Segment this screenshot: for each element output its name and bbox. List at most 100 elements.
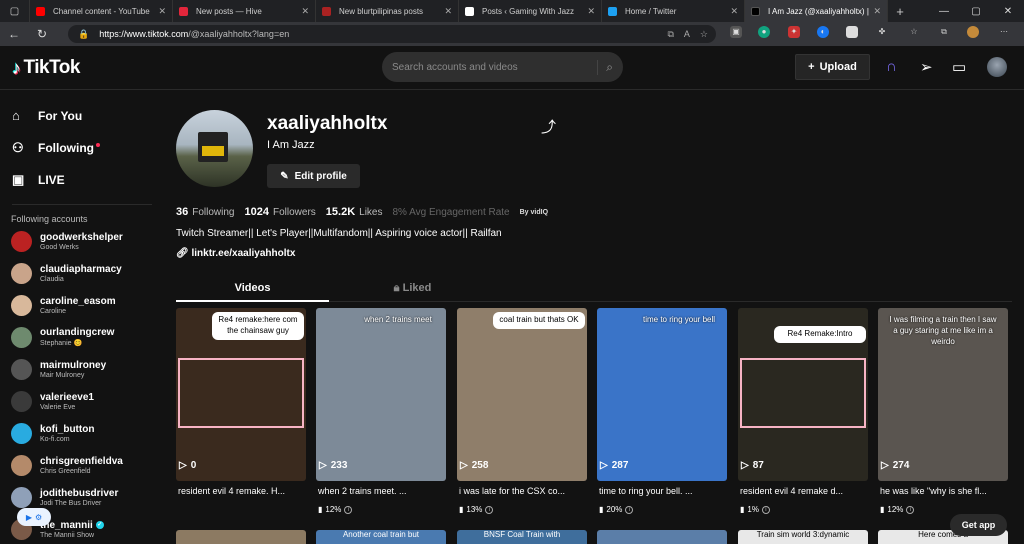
info-icon[interactable]: i	[906, 505, 915, 514]
info-icon[interactable]: i	[761, 505, 770, 514]
video-overlay-text: coal train but thats OK	[493, 312, 585, 329]
tab-actions-button[interactable]: ▢	[0, 0, 30, 22]
video-card[interactable]: Re4 Remake:Intro ▷ 87	[738, 308, 868, 481]
close-icon[interactable]: ✕	[587, 6, 595, 17]
following-account-item[interactable]: chrisgreenfieldva Chris Greenfield	[11, 451, 161, 479]
video-card[interactable]: I was filming a train then I saw a guy s…	[878, 308, 1008, 481]
get-app-button[interactable]: Get app	[950, 514, 1007, 536]
extension-icon[interactable]: ✦	[788, 26, 800, 38]
browser-tab[interactable]: Posts ‹ Gaming With Jazz ✕	[459, 0, 602, 22]
sidebar-item-live[interactable]: ▣ LIVE	[12, 172, 65, 188]
profile-avatar-icon[interactable]	[967, 26, 979, 38]
share-icon[interactable]: ⤴	[541, 116, 556, 137]
collections-icon[interactable]: ⧉	[938, 26, 950, 38]
page-favicon-icon	[465, 6, 474, 16]
maximize-button[interactable]: ▢	[960, 6, 992, 17]
video-card[interactable]: coal train but thats OK ▷ 258	[457, 308, 587, 481]
video-title[interactable]: when 2 trains meet. ...	[318, 486, 448, 496]
account-avatar	[11, 358, 32, 380]
extension-icon[interactable]: ▣	[730, 26, 742, 38]
close-icon[interactable]: ✕	[158, 6, 166, 17]
video-card[interactable]: time to ring your bell ▷ 287	[597, 308, 727, 481]
new-tab-button[interactable]: +	[888, 4, 912, 19]
video-card[interactable]: when 2 trains meet ▷ 233	[316, 308, 446, 481]
more-menu-icon[interactable]: ⋯	[998, 26, 1010, 38]
info-icon[interactable]: i	[625, 505, 634, 514]
edit-profile-button[interactable]: ✎ Edit profile	[267, 164, 360, 188]
tiktok-header: ♪ TikTok Search accounts and videos ⌕ + Up…	[0, 46, 1024, 90]
browser-tab[interactable]: New blurtpilipinas posts ✕	[316, 0, 459, 22]
followers-stat[interactable]: 1024 Followers	[245, 206, 316, 218]
back-button[interactable]: ←	[0, 27, 28, 41]
tab-liked[interactable]: 🔒︎ Liked	[336, 282, 489, 295]
likes-stat: 15.2K Likes	[325, 206, 383, 218]
favorites-icon[interactable]: ☆	[908, 26, 920, 38]
extension-icon[interactable]: ◐	[817, 26, 829, 38]
close-icon[interactable]: ✕	[730, 6, 738, 17]
following-account-item[interactable]: mairmulroney Mair Mulroney	[11, 355, 161, 383]
profile-bio: Twitch Streamer|| Let's Player||Multifan…	[176, 228, 502, 239]
browser-tab[interactable]: New posts — Hive ✕	[173, 0, 316, 22]
video-title[interactable]: he was like "why is she fl...	[880, 486, 1010, 496]
inbox-icon[interactable]: ▭	[952, 58, 966, 76]
close-window-button[interactable]: ✕	[992, 6, 1024, 17]
address-bar[interactable]: 🔒 https://www.tiktok.com/@xaaliyahholtx?…	[68, 25, 716, 43]
video-card[interactable]	[597, 530, 727, 544]
following-account-item[interactable]: goodwerkshelper Good Werks	[11, 227, 161, 255]
browser-tab-active[interactable]: I Am Jazz (@xaaliyahholtx) | ✕	[745, 0, 888, 22]
following-account-item[interactable]: caroline_easom Caroline	[11, 291, 161, 319]
following-account-item[interactable]: valerieeve1 Valerie Eve	[11, 387, 161, 415]
video-title[interactable]: i was late for the CSX co...	[459, 486, 589, 496]
video-title[interactable]: time to ring your bell. ...	[599, 486, 729, 496]
browser-tab[interactable]: Home / Twitter ✕	[602, 0, 745, 22]
search-icon[interactable]: ⌕	[597, 59, 613, 75]
info-icon[interactable]: i	[485, 505, 494, 514]
upload-button[interactable]: + Upload	[795, 54, 870, 80]
refresh-button[interactable]: ↻	[28, 27, 56, 41]
creator-tools-icon[interactable]: ∩	[886, 58, 897, 75]
tiktok-logo[interactable]: ♪ TikTok	[12, 57, 80, 79]
link-icon: 🔗︎	[176, 248, 192, 259]
info-icon[interactable]: i	[344, 505, 353, 514]
floating-tools-button[interactable]: ▶ ⚙	[17, 508, 51, 526]
extension-icon[interactable]: ●	[758, 26, 770, 38]
following-account-item[interactable]: jodithebusdriver Jodi The Bus Driver	[11, 483, 161, 511]
following-account-item[interactable]: kofi_button Ko-fi.com	[11, 419, 161, 447]
close-icon[interactable]: ✕	[301, 6, 309, 17]
video-overlay-text: I was filming a train then I saw a guy s…	[889, 315, 997, 346]
vidiq-badge[interactable]: By vidIQ	[520, 209, 548, 216]
video-card[interactable]: BNSF Coal Train with	[457, 530, 587, 544]
video-card[interactable]	[176, 530, 306, 544]
video-title[interactable]: resident evil 4 remake. H...	[178, 486, 308, 496]
account-avatar	[11, 326, 32, 348]
engagement-stat: ▮ 13% i	[459, 505, 494, 514]
video-card[interactable]: Train sim world 3:dynamic	[738, 530, 868, 544]
send-icon[interactable]: ➢	[920, 58, 933, 76]
profile-avatar	[176, 110, 253, 187]
engagement-rate: 8% Avg Engagement Rate	[392, 206, 510, 218]
video-card[interactable]: Another coal train but	[316, 530, 446, 544]
profile-link[interactable]: 🔗︎ linktr.ee/xaaliyahholtx	[176, 248, 295, 259]
search-input[interactable]: Search accounts and videos ⌕	[382, 52, 623, 82]
profile-stats: 36 Following 1024 Followers 15.2K Likes 8% …	[176, 206, 548, 218]
favorite-star-icon[interactable]: ☆	[700, 29, 708, 40]
minimize-button[interactable]: —	[928, 6, 960, 17]
extension-icon[interactable]	[846, 26, 858, 38]
video-card[interactable]: Re4 remake:here com the chainsaw guy ▷ 0	[176, 308, 306, 481]
sidebar-item-following[interactable]: ⚇ Following	[12, 140, 100, 156]
user-avatar[interactable]	[987, 57, 1007, 77]
open-in-app-icon[interactable]: ⧉	[667, 29, 673, 40]
following-stat[interactable]: 36 Following	[176, 206, 235, 218]
video-title[interactable]: resident evil 4 remake d...	[740, 486, 870, 496]
read-aloud-icon[interactable]: A	[684, 29, 690, 40]
notification-dot	[96, 143, 100, 147]
close-icon[interactable]: ✕	[873, 6, 881, 17]
following-account-item[interactable]: ourlandingcrew Stephanie 😊	[11, 323, 161, 351]
extensions-puzzle-icon[interactable]: ✤	[876, 26, 888, 38]
tab-videos[interactable]: Videos	[176, 282, 329, 294]
close-icon[interactable]: ✕	[444, 6, 452, 17]
sidebar-item-for-you[interactable]: ⌂ For You	[12, 108, 82, 123]
following-account-item[interactable]: claudiapharmacy Claudia	[11, 259, 161, 287]
account-avatar	[11, 454, 32, 476]
browser-tab[interactable]: Channel content - YouTube ✕	[30, 0, 173, 22]
